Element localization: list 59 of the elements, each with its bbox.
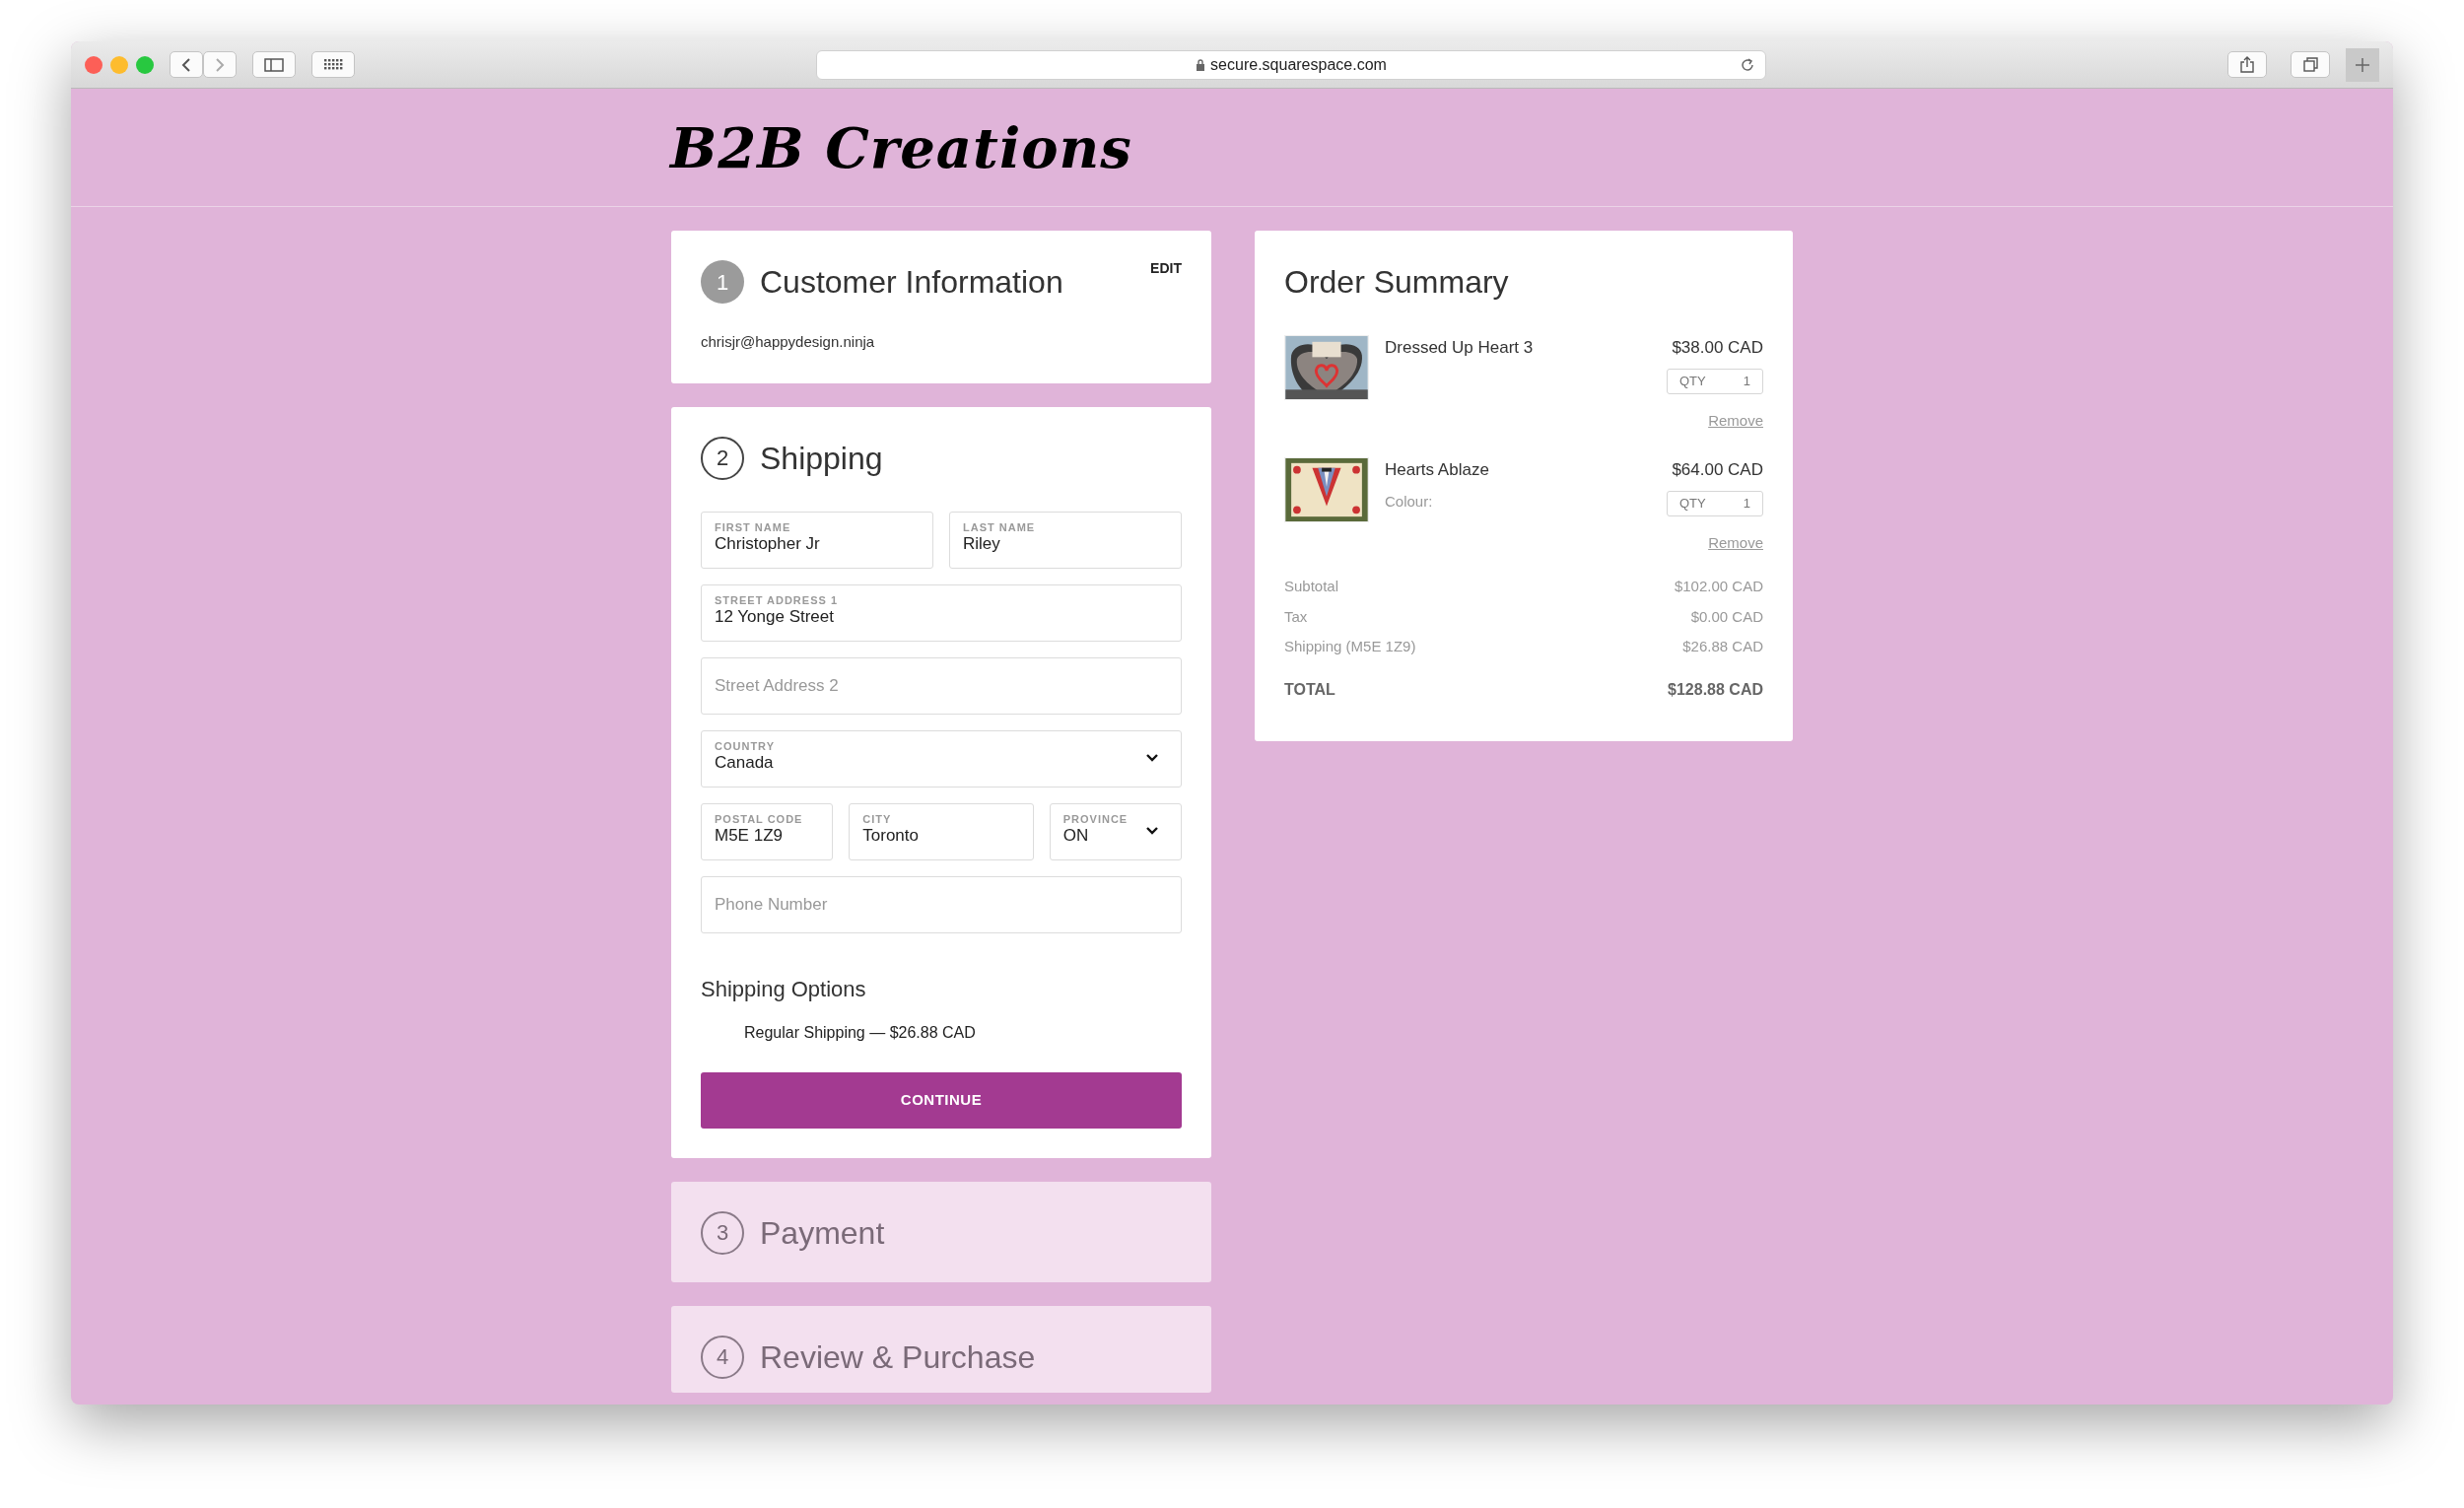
url-text: secure.squarespace.com <box>1210 54 1387 75</box>
sidebar-button[interactable] <box>252 51 296 78</box>
sidebar-icon <box>264 57 284 72</box>
step-panel[interactable]: 4 Review & Purchase <box>671 1305 1211 1393</box>
summary-label: Shipping (M5E 1Z9) <box>1284 637 1416 656</box>
select-field[interactable]: PROVINCE ON <box>1049 802 1182 860</box>
summary-amount: $102.00 CAD <box>1674 577 1763 596</box>
input-field[interactable]: LAST NAME Riley <box>949 511 1182 569</box>
input-field[interactable]: POSTAL CODE M5E 1Z9 <box>701 802 834 860</box>
quantity-field[interactable]: QTY 1 <box>1667 490 1763 516</box>
summary-label: Tax <box>1284 606 1308 627</box>
item-price: $64.00 CAD <box>1672 459 1763 481</box>
plus-icon <box>2356 57 2369 72</box>
total-amount: $128.88 CAD <box>1668 679 1763 700</box>
product-name: Dressed Up Heart 3 <box>1385 337 1535 359</box>
quantity-field[interactable]: QTY 1 <box>1667 368 1763 394</box>
total-label: TOTAL <box>1284 679 1335 700</box>
close-button[interactable] <box>85 55 103 74</box>
step-title: Shipping <box>760 439 884 478</box>
step-panel[interactable]: 3 Payment <box>671 1181 1211 1282</box>
new-tab-button[interactable] <box>2346 47 2379 82</box>
continue-button[interactable]: CONTINUE <box>701 1071 1182 1129</box>
reload-icon[interactable] <box>1740 56 1755 73</box>
step-title: Review & Purchase <box>760 1337 1037 1377</box>
forward-icon <box>215 56 225 73</box>
grid-button[interactable] <box>311 51 355 78</box>
step-number: 1 <box>701 260 744 304</box>
lock-icon <box>1196 58 1206 71</box>
address-bar[interactable]: secure.squarespace.com <box>816 49 1766 80</box>
tabs-icon <box>2302 57 2318 72</box>
step-title: Customer Information <box>760 263 1064 302</box>
summary-title: Order Summary <box>1284 263 1510 302</box>
tabs-button[interactable] <box>2291 51 2330 78</box>
back-icon <box>181 56 191 73</box>
section-heading: Shipping Options <box>701 975 867 1003</box>
input-field[interactable]: FIRST NAME Christopher Jr <box>701 511 933 569</box>
customer-email: chrisjr@happydesign.ninja <box>701 332 876 352</box>
back-button[interactable] <box>170 51 203 78</box>
share-icon <box>2240 56 2254 73</box>
input-field[interactable]: CITY Toronto <box>849 802 1034 860</box>
share-button[interactable] <box>2227 51 2267 78</box>
step-title: Payment <box>760 1213 886 1253</box>
summary-amount: $0.00 CAD <box>1690 606 1763 627</box>
summary-amount: $26.88 CAD <box>1682 637 1763 656</box>
item-price: $38.00 CAD <box>1672 337 1763 359</box>
edit-link[interactable]: EDIT <box>1150 258 1182 279</box>
grid-icon <box>323 59 343 70</box>
step-number: 2 <box>701 436 744 480</box>
select-field[interactable]: COUNTRY Canada <box>701 729 1182 788</box>
step-number: 4 <box>701 1335 744 1379</box>
shipping-option[interactable]: Regular Shipping — $26.88 CAD <box>701 1020 1182 1045</box>
chevron-down-icon <box>1145 752 1159 763</box>
input-field[interactable]: STREET ADDRESS 1 12 Yonge Street <box>701 583 1182 642</box>
step-number: 3 <box>701 1210 744 1255</box>
product-name: Hearts Ablaze <box>1385 459 1490 481</box>
summary-label: Subtotal <box>1284 577 1339 596</box>
product-option: Colour: <box>1385 490 1651 513</box>
logo[interactable]: B2B Creations <box>670 105 1132 189</box>
chevron-down-icon <box>1145 825 1159 836</box>
